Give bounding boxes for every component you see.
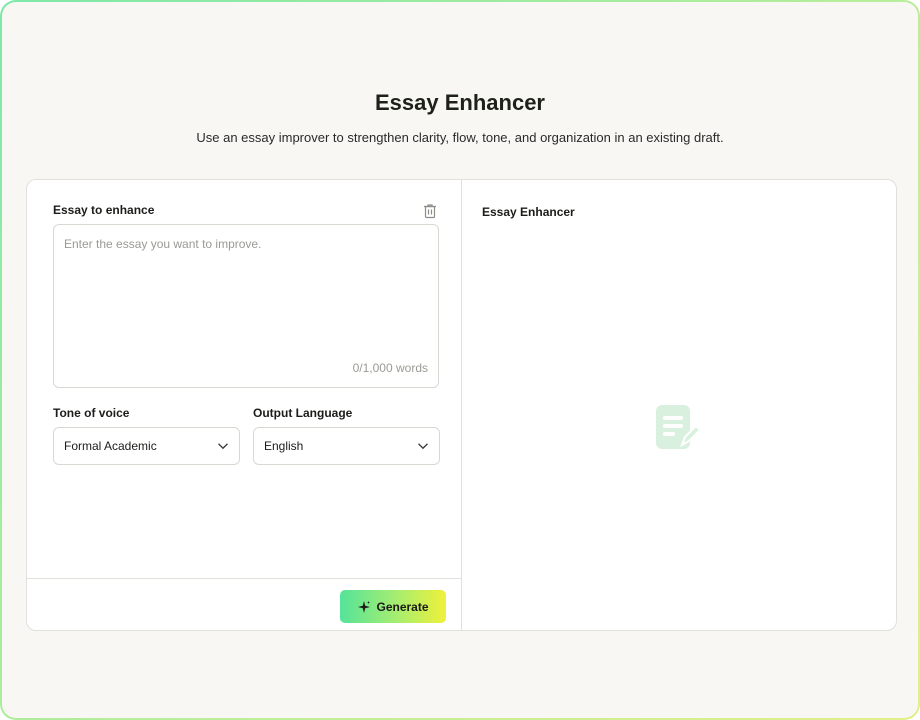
chevron-down-icon [418, 443, 428, 450]
page-subtitle: Use an essay improver to strengthen clar… [196, 130, 724, 145]
language-select[interactable]: English [253, 427, 440, 465]
app-frame: Essay Enhancer Use an essay improver to … [0, 0, 920, 720]
output-panel: Essay Enhancer [462, 180, 896, 630]
tone-select-value: Formal Academic [64, 439, 157, 453]
tone-label: Tone of voice [53, 406, 130, 420]
essay-label: Essay to enhance [53, 203, 155, 217]
tool-card: Essay to enhance 0/1,000 words Tone of v… [26, 179, 897, 631]
word-count: 0/1,000 words [352, 361, 428, 375]
generate-button[interactable]: Generate [340, 590, 446, 623]
output-title: Essay Enhancer [482, 205, 575, 219]
essay-input-wrapper: 0/1,000 words [53, 224, 439, 388]
generate-label: Generate [376, 599, 429, 614]
input-panel: Essay to enhance 0/1,000 words Tone of v… [27, 180, 462, 630]
trash-icon[interactable] [423, 203, 437, 219]
language-select-value: English [264, 439, 304, 453]
language-label: Output Language [253, 406, 353, 420]
chevron-down-icon [218, 443, 228, 450]
footer-divider [27, 578, 461, 579]
tone-select[interactable]: Formal Academic [53, 427, 240, 465]
page-title: Essay Enhancer [375, 90, 545, 115]
app-background: Essay Enhancer Use an essay improver to … [2, 2, 918, 718]
sparkle-icon [358, 600, 371, 613]
document-edit-icon [656, 405, 700, 449]
